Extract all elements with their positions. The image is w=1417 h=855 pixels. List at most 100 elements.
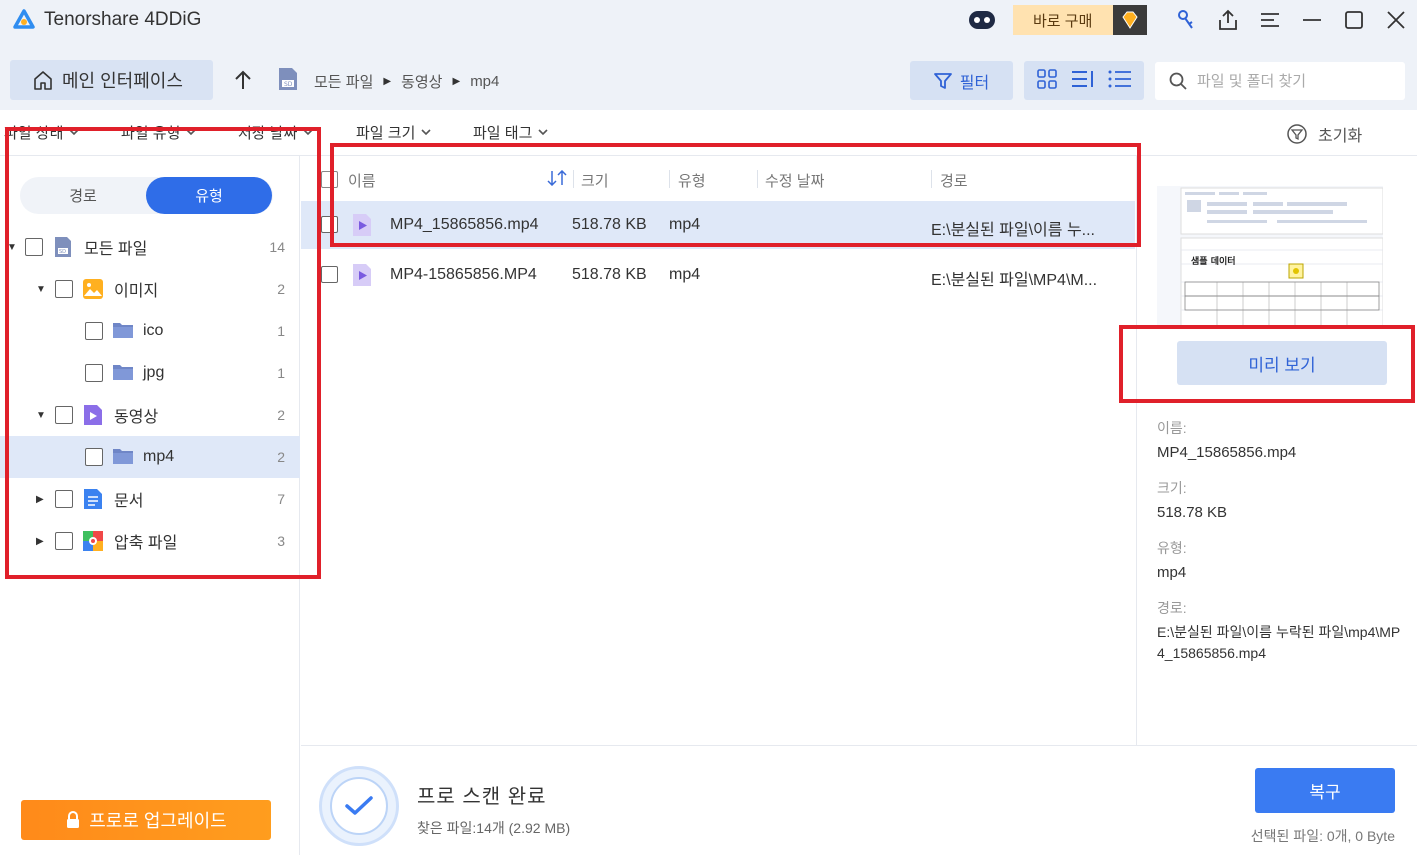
tree-item-documents[interactable]: ▶ 문서 7: [0, 478, 300, 520]
filter-save-date[interactable]: 저장 날짜: [238, 122, 313, 143]
column-path[interactable]: 경로: [940, 170, 968, 191]
upgrade-button[interactable]: 프로로 업그레이드: [21, 800, 271, 840]
file-type: mp4: [669, 266, 701, 283]
file-row[interactable]: MP4_15865856.mp4 518.78 KB mp4 E:\분실된 파일…: [301, 201, 1135, 249]
filter-button[interactable]: 필터: [910, 61, 1013, 100]
preview-thumbnail-text: 샘플 데이터: [1191, 255, 1236, 267]
toggle-path[interactable]: 경로: [20, 177, 146, 214]
filter-file-size[interactable]: 파일 크기: [356, 122, 431, 143]
sort-icon[interactable]: [547, 169, 569, 190]
file-size: 518.78 KB: [572, 266, 647, 283]
checkbox[interactable]: [85, 322, 103, 340]
video-file-icon: [351, 263, 373, 287]
filter-file-tag[interactable]: 파일 태그: [473, 122, 548, 143]
tree-item-label: 모든 파일: [84, 241, 148, 258]
detail-view-icon[interactable]: [1108, 69, 1132, 93]
filter-item-label: 파일 상태: [4, 125, 64, 142]
folder-icon: [112, 320, 134, 342]
search-icon: [1169, 72, 1187, 90]
up-arrow-icon[interactable]: [230, 66, 256, 94]
tree-item-label: ico: [143, 322, 164, 339]
tree-item-count: 14: [269, 239, 285, 255]
selected-files-summary: 선택된 파일: 0개, 0 Byte: [1250, 828, 1395, 844]
caret-down-icon[interactable]: ▼: [36, 410, 46, 421]
home-button[interactable]: 메인 인터페이스: [10, 60, 213, 100]
grid-view-icon[interactable]: [1036, 68, 1058, 94]
caret-right-icon[interactable]: ▶: [36, 536, 44, 547]
recover-button[interactable]: 복구: [1255, 768, 1395, 813]
breadcrumb-item[interactable]: 동영상: [401, 71, 442, 92]
assistant-bot-icon[interactable]: [967, 7, 997, 33]
filter-item-label: 저장 날짜: [238, 125, 298, 142]
folder-icon: [112, 362, 134, 384]
toggle-type[interactable]: 유형: [146, 177, 272, 214]
tree-item-video[interactable]: ▼ 동영상 2: [0, 394, 300, 436]
share-icon[interactable]: [1207, 0, 1249, 40]
chevron-down-icon: [421, 129, 431, 136]
column-name[interactable]: 이름: [348, 170, 376, 191]
minimize-icon[interactable]: [1291, 0, 1333, 40]
maximize-icon[interactable]: [1333, 0, 1375, 40]
app-title: Tenorshare 4DDiG: [44, 9, 202, 30]
breadcrumb-separator-icon: ▶: [452, 75, 461, 87]
file-list-header: 이름 크기 유형 수정 날짜 경로: [301, 156, 1135, 201]
column-type[interactable]: 유형: [678, 170, 706, 191]
meta-path-label: 경로:: [1157, 600, 1187, 616]
tree-item-count: 1: [277, 323, 285, 339]
tree-item-all-files[interactable]: ▼ SD 모든 파일 14: [0, 226, 300, 268]
meta-type-value: mp4: [1157, 564, 1187, 581]
reset-filters-button[interactable]: 초기화: [1286, 122, 1362, 146]
tree-item-label: 압축 파일: [114, 535, 178, 552]
main-area: 파일 상태 파일 유형 저장 날짜 파일 크기 파일 태그 초기화 경로 유형: [0, 110, 1417, 855]
tree-item-archives[interactable]: ▶ 압축 파일 3: [0, 520, 300, 562]
close-icon[interactable]: [1375, 0, 1417, 40]
sd-card-icon: SD: [52, 236, 74, 258]
checkbox[interactable]: [55, 532, 73, 550]
caret-down-icon[interactable]: ▼: [36, 284, 46, 295]
column-divider: [669, 170, 670, 188]
buy-now-button[interactable]: 바로 구매: [1013, 5, 1147, 35]
checkbox[interactable]: [85, 364, 103, 382]
tree-item-images[interactable]: ▼ 이미지 2: [0, 268, 300, 310]
checkbox[interactable]: [55, 406, 73, 424]
preview-button[interactable]: 미리 보기: [1177, 341, 1387, 385]
tree-item-label: jpg: [143, 364, 165, 381]
tree-item-count: 1: [277, 365, 285, 381]
chevron-down-icon: [186, 129, 196, 136]
tree-item-mp4[interactable]: mp4 2: [0, 436, 300, 478]
file-path: E:\분실된 파일\이름 누...: [931, 222, 1095, 239]
upgrade-label: 프로로 업그레이드: [89, 811, 227, 831]
column-divider: [931, 170, 932, 188]
select-all-checkbox[interactable]: [321, 171, 338, 188]
search-box[interactable]: [1155, 62, 1405, 100]
filter-file-type[interactable]: 파일 유형: [121, 122, 196, 143]
list-view-icon[interactable]: [1071, 69, 1095, 93]
tree-item-ico[interactable]: ico 1: [0, 310, 300, 352]
image-icon: [82, 278, 104, 300]
chevron-down-icon: [538, 129, 548, 136]
column-modified-date[interactable]: 수정 날짜: [765, 170, 824, 191]
checkbox[interactable]: [321, 266, 338, 283]
file-row[interactable]: MP4-15865856.MP4 518.78 KB mp4 E:\분실된 파일…: [301, 251, 1135, 299]
column-divider: [757, 170, 758, 188]
caret-down-icon[interactable]: ▼: [7, 242, 17, 253]
filter-file-status[interactable]: 파일 상태: [4, 122, 79, 143]
search-input[interactable]: [1197, 72, 1397, 90]
checkbox[interactable]: [55, 280, 73, 298]
breadcrumb-item[interactable]: mp4: [470, 73, 499, 90]
breadcrumb-item[interactable]: 모든 파일: [314, 71, 373, 92]
folder-icon: [112, 446, 134, 468]
view-switcher: [1024, 61, 1144, 100]
column-size[interactable]: 크기: [581, 170, 609, 191]
checkbox[interactable]: [25, 238, 43, 256]
tree-item-jpg[interactable]: jpg 1: [0, 352, 300, 394]
key-icon[interactable]: [1165, 0, 1207, 40]
caret-right-icon[interactable]: ▶: [36, 494, 44, 505]
menu-icon[interactable]: [1249, 0, 1291, 40]
document-icon: [82, 488, 104, 510]
checkbox[interactable]: [85, 448, 103, 466]
checkbox[interactable]: [321, 216, 338, 233]
tree-item-label: 동영상: [114, 409, 159, 426]
checkbox[interactable]: [55, 490, 73, 508]
svg-text:SD: SD: [284, 81, 293, 88]
